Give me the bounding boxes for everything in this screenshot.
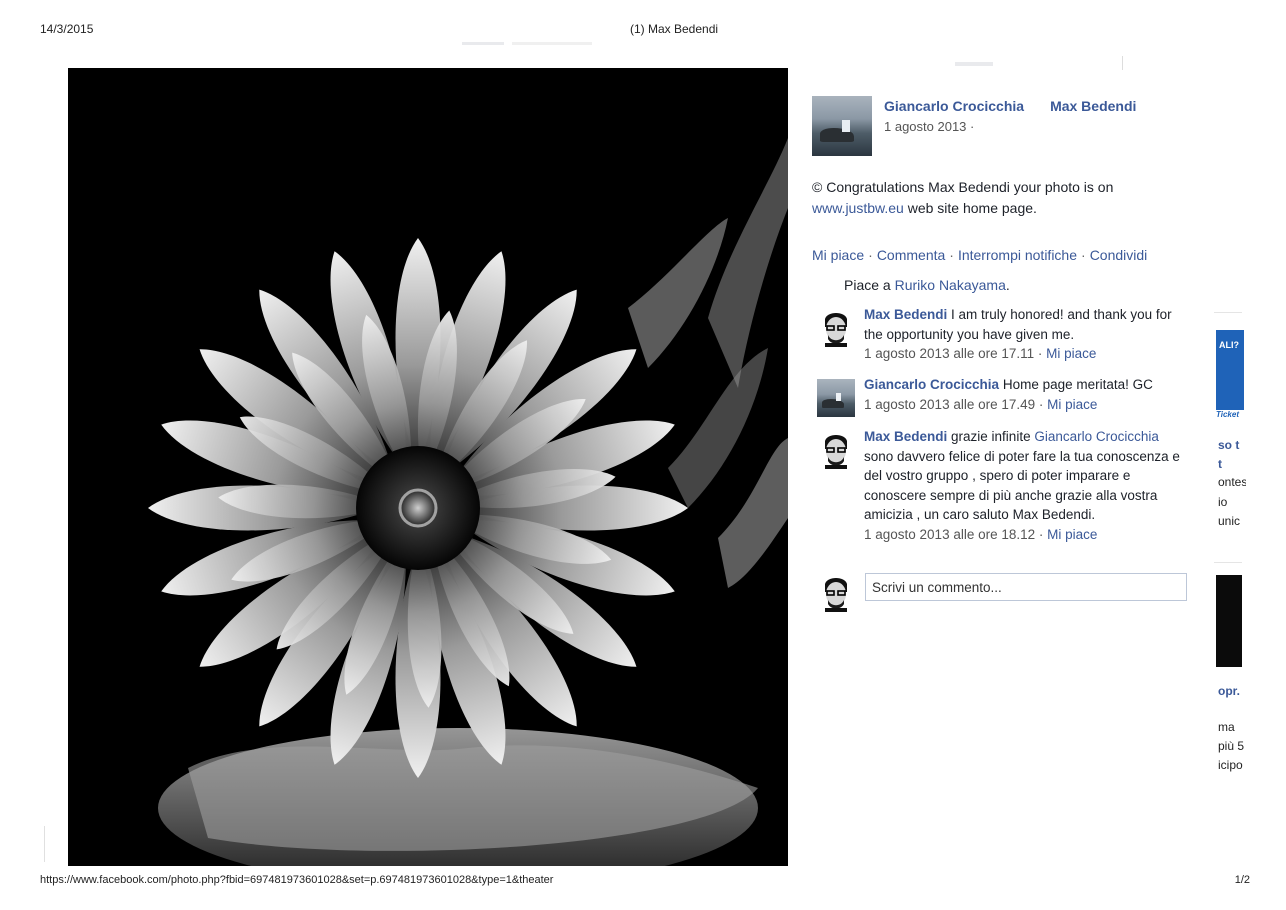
post-external-link[interactable]: www.justbw.eu bbox=[812, 200, 904, 216]
comment-body: Giancarlo Crocicchia Home page meritata!… bbox=[864, 375, 1182, 414]
comment-timestamp[interactable]: 1 agosto 2013 alle ore 17.11 bbox=[864, 346, 1034, 361]
sidebar-text: ontes bbox=[1218, 475, 1246, 489]
comment-timestamp[interactable]: 1 agosto 2013 alle ore 17.49 bbox=[864, 397, 1035, 412]
comment-author-link[interactable]: Giancarlo Crocicchia bbox=[864, 377, 999, 392]
sidebar-ads-strip: ALI? Ticket so t t ontes io unic opr. ma… bbox=[1216, 310, 1246, 790]
comment-text: grazie infinite bbox=[947, 429, 1035, 444]
share-action[interactable]: Condividi bbox=[1090, 247, 1148, 263]
comment-text: sono davvero felice di poter fare la tua… bbox=[864, 448, 1180, 523]
comment-author-link[interactable]: Max Bedendi bbox=[864, 307, 947, 322]
comment-like-link[interactable]: Mi piace bbox=[1047, 527, 1097, 542]
flower-photo bbox=[68, 68, 788, 866]
sidebar-text[interactable]: so t bbox=[1218, 438, 1239, 452]
print-footer: https://www.facebook.com/photo.php?fbid=… bbox=[40, 874, 1250, 890]
comment-like-link[interactable]: Mi piace bbox=[1046, 346, 1096, 361]
print-date: 14/3/2015 bbox=[40, 22, 94, 36]
ghost-bar bbox=[512, 42, 592, 45]
comment-input[interactable] bbox=[865, 573, 1187, 601]
comment-meta: 1 agosto 2013 alle ore 17.11 · Mi piace bbox=[864, 346, 1097, 361]
likes-summary: Piace a Ruriko Nakayama. bbox=[844, 277, 1010, 293]
commenter-avatar[interactable] bbox=[817, 431, 855, 469]
ad-image[interactable] bbox=[1216, 575, 1242, 667]
comment-author-link[interactable]: Max Bedendi bbox=[864, 429, 947, 444]
sidebar-text[interactable]: t bbox=[1218, 457, 1222, 471]
liker-link[interactable]: Ruriko Nakayama bbox=[895, 277, 1006, 293]
separator: · bbox=[1081, 247, 1086, 263]
print-title: (1) Max Bedendi bbox=[630, 22, 719, 36]
ghost-divider bbox=[44, 826, 45, 862]
comment-body: Max Bedendi I am truly honored! and than… bbox=[864, 305, 1182, 364]
comment-body: Max Bedendi grazie infinite Giancarlo Cr… bbox=[864, 427, 1182, 544]
comment-meta: 1 agosto 2013 alle ore 17.49 · Mi piace bbox=[864, 396, 1098, 412]
like-action[interactable]: Mi piace bbox=[812, 247, 864, 263]
ghost-bar bbox=[955, 62, 993, 66]
author-avatar[interactable] bbox=[812, 96, 872, 156]
post-author-link[interactable]: Giancarlo Crocicchia bbox=[884, 98, 1024, 114]
separator: · bbox=[949, 247, 954, 263]
sidebar-text: più 5 bbox=[1218, 739, 1245, 753]
ghost-divider bbox=[1122, 56, 1123, 70]
post-target-link[interactable]: Max Bedendi bbox=[1050, 98, 1136, 114]
ad-text: ALI? bbox=[1219, 340, 1239, 350]
post-text: © Congratulations Max Bedendi your photo… bbox=[812, 179, 1114, 195]
print-header: 14/3/2015 (1) Max Bedendi bbox=[40, 22, 1246, 38]
print-url: https://www.facebook.com/photo.php?fbid=… bbox=[40, 874, 554, 886]
comment-text: Home page meritata! GC bbox=[999, 377, 1153, 392]
sidebar-text: io bbox=[1218, 495, 1228, 509]
post-body: © Congratulations Max Bedendi your photo… bbox=[812, 177, 1182, 219]
comment-mention-link[interactable]: Giancarlo Crocicchia bbox=[1034, 429, 1159, 444]
sidebar-text: icipo bbox=[1218, 758, 1243, 772]
comment-timestamp[interactable]: 1 agosto 2013 alle ore 18.12 bbox=[864, 527, 1035, 542]
post-actions: Mi piace · Commenta · Interrompi notifiche · C… bbox=[812, 247, 1147, 263]
ad-banner[interactable]: ALI? Ticket bbox=[1216, 330, 1244, 422]
unfollow-action[interactable]: Interrompi notifiche bbox=[958, 247, 1077, 263]
post-header: Giancarlo Crocicchia Max Bedendi bbox=[884, 98, 1136, 114]
commenter-avatar[interactable] bbox=[817, 309, 855, 347]
comment-meta: 1 agosto 2013 alle ore 18.12 · Mi piace bbox=[864, 526, 1098, 542]
ad-logo: Ticket bbox=[1216, 410, 1244, 422]
sidebar-text[interactable]: opr. bbox=[1218, 684, 1240, 698]
sidebar-text: unic bbox=[1218, 514, 1241, 528]
sidebar-text: ma bbox=[1218, 720, 1235, 734]
portrait-icon bbox=[817, 574, 855, 612]
portrait-icon bbox=[817, 309, 855, 347]
current-user-avatar bbox=[817, 574, 855, 612]
post-timestamp[interactable]: 1 agosto 2013 · bbox=[884, 119, 974, 134]
likes-prefix: Piace a bbox=[844, 277, 895, 293]
post-text-tail: web site home page. bbox=[903, 200, 1037, 216]
main-photo[interactable] bbox=[68, 68, 788, 866]
commenter-avatar[interactable] bbox=[817, 379, 855, 417]
comment-like-link[interactable]: Mi piace bbox=[1047, 397, 1097, 412]
likes-suffix: . bbox=[1005, 277, 1010, 293]
ghost-bar bbox=[462, 42, 504, 45]
separator: · bbox=[868, 247, 873, 263]
comment-action[interactable]: Commenta bbox=[877, 247, 945, 263]
print-page-number: 1/2 bbox=[1234, 874, 1250, 886]
portrait-icon bbox=[817, 431, 855, 469]
